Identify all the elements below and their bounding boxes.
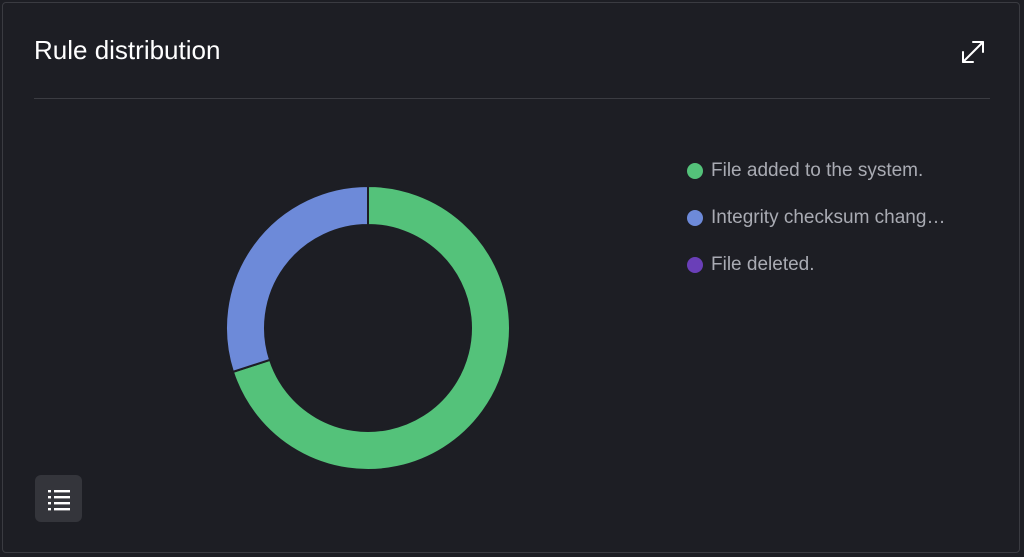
chart-legend: File added to the system. Integrity check…	[687, 156, 987, 297]
donut-chart	[225, 184, 511, 471]
legend-label: Integrity checksum chang…	[711, 207, 946, 228]
expand-arrows-icon	[962, 41, 984, 63]
panel-title: Rule distribution	[34, 35, 221, 65]
donut-slice-1[interactable]	[225, 184, 369, 374]
legend-color-dot	[687, 257, 703, 273]
list-icon	[47, 489, 70, 510]
legend-item-2[interactable]: File deleted.	[687, 250, 987, 280]
table-view-toggle-button[interactable]	[35, 475, 82, 522]
legend-item-1[interactable]: Integrity checksum chang…	[687, 203, 987, 233]
legend-color-dot	[687, 163, 703, 179]
legend-label: File deleted.	[711, 254, 815, 275]
rule-distribution-panel: Rule distribution File added to the syst…	[2, 2, 1020, 553]
legend-item-0[interactable]: File added to the system.	[687, 156, 987, 186]
expand-button[interactable]	[953, 32, 993, 72]
legend-label: File added to the system.	[711, 160, 924, 181]
header-divider	[34, 98, 990, 99]
legend-color-dot	[687, 210, 703, 226]
